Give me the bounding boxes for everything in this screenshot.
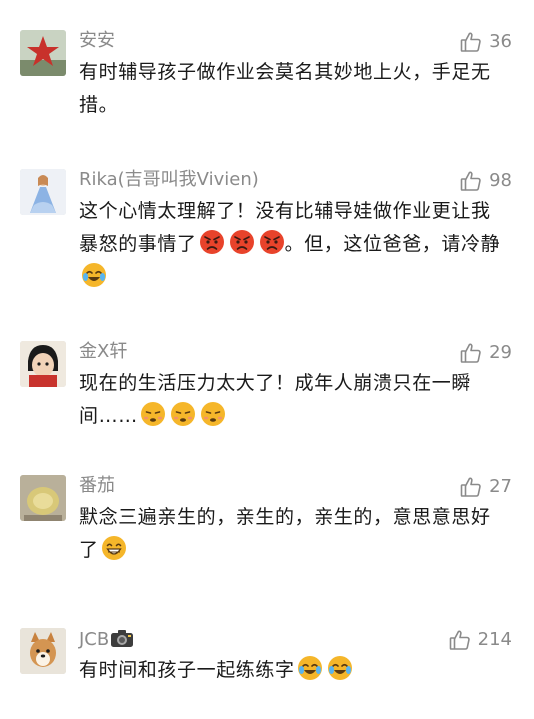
pout-emoji — [140, 401, 166, 427]
username[interactable]: 番茄 — [79, 475, 115, 497]
like-count: 98 — [489, 170, 512, 191]
emoji-group — [297, 655, 353, 681]
comment-body: 现在的生活压力太大了！成年人崩溃只在一瞬间…… — [79, 372, 472, 427]
avatar[interactable] — [20, 628, 66, 674]
pout-emoji — [170, 401, 196, 427]
camera-icon — [110, 628, 134, 654]
like-button[interactable]: 98 — [459, 169, 512, 193]
thumbs-up-icon — [459, 169, 483, 193]
emoji-group — [81, 262, 107, 288]
username[interactable]: 安安 — [79, 30, 115, 52]
like-count: 27 — [489, 476, 512, 497]
emoji-group — [101, 535, 127, 561]
comment-text: 现在的生活压力太大了！成年人崩溃只在一瞬间…… — [79, 367, 504, 433]
comment-body: 有时辅导孩子做作业会莫名其妙地上火，手足无措。 — [79, 61, 491, 116]
pout-emoji — [200, 401, 226, 427]
comment-body: 有时间和孩子一起练练字 — [79, 659, 295, 681]
username-text: JCB — [79, 629, 110, 650]
username[interactable]: 金X轩 — [79, 341, 127, 363]
comment-body-part-2: 。但，这位爸爸，请冷静 — [284, 233, 501, 255]
username[interactable]: Rika(吉哥叫我Vivien) — [79, 169, 259, 191]
like-count: 214 — [477, 629, 512, 650]
laugh-cry-emoji — [297, 655, 323, 681]
like-button[interactable]: 214 — [448, 628, 512, 652]
angry-emoji — [259, 229, 285, 255]
like-button[interactable]: 36 — [459, 30, 512, 54]
comment-text: 默念三遍亲生的，亲生的，亲生的，意思意思好了 — [79, 501, 504, 567]
emoji-group — [199, 229, 285, 255]
comment-body: 默念三遍亲生的，亲生的，亲生的，意思意思好了 — [79, 506, 491, 561]
angry-emoji — [199, 229, 225, 255]
like-button[interactable]: 27 — [459, 475, 512, 499]
laugh-cry-emoji — [327, 655, 353, 681]
thumbs-up-icon — [459, 341, 483, 365]
like-button[interactable]: 29 — [459, 341, 512, 365]
emoji-group — [140, 401, 226, 427]
username[interactable]: JCB — [79, 628, 134, 654]
comment-text: 这个心情太理解了！没有比辅导娃做作业更让我暴怒的事情了 。但，这位爸爸，请冷静 — [79, 195, 504, 294]
thumbs-up-icon — [459, 475, 483, 499]
avatar[interactable] — [20, 169, 66, 215]
avatar[interactable] — [20, 30, 66, 76]
like-count: 29 — [489, 342, 512, 363]
like-count: 36 — [489, 31, 512, 52]
thumbs-up-icon — [448, 628, 472, 652]
avatar[interactable] — [20, 475, 66, 521]
comment-text: 有时间和孩子一起练练字 — [79, 654, 504, 687]
thumbs-up-icon — [459, 30, 483, 54]
avatar[interactable] — [20, 341, 66, 387]
grin-emoji — [101, 535, 127, 561]
laugh-cry-emoji — [81, 262, 107, 288]
angry-emoji — [229, 229, 255, 255]
comment-text: 有时辅导孩子做作业会莫名其妙地上火，手足无措。 — [79, 56, 504, 122]
